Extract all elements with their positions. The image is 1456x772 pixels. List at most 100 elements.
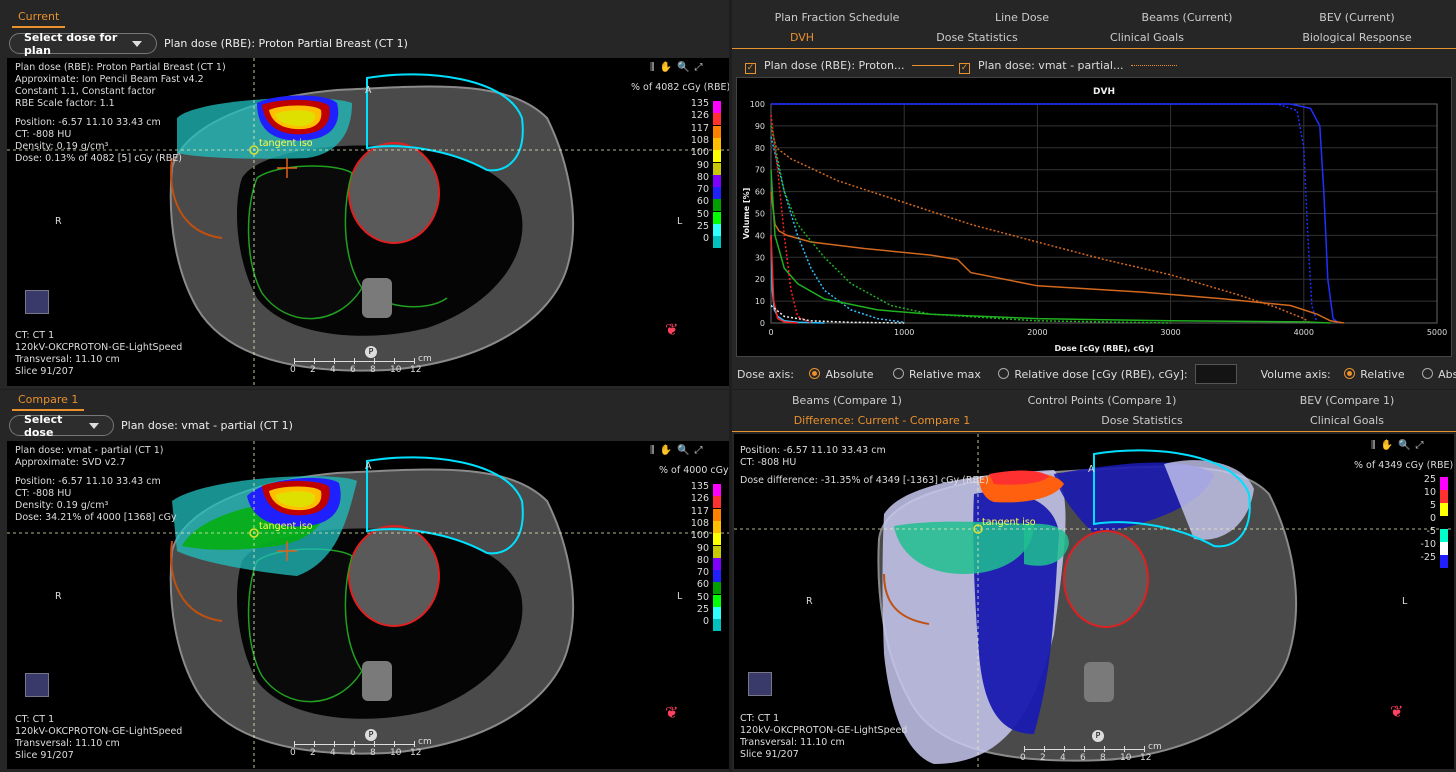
chart-tool-icon[interactable]: ⫼ xyxy=(650,445,660,456)
chart-title: DVH xyxy=(1093,87,1115,97)
ruler-label: 10 xyxy=(390,365,402,375)
ruler-tick xyxy=(294,741,295,747)
difference-panel: Beams (Compare 1) Control Points (Compar… xyxy=(732,390,1456,772)
tab-beams-compare[interactable]: Beams (Compare 1) xyxy=(782,394,912,407)
tab-line-dose[interactable]: Line Dose xyxy=(972,11,1072,24)
orient-p: P xyxy=(365,729,377,741)
orientation-cube-icon[interactable] xyxy=(25,673,49,697)
tab-compare-1[interactable]: Compare 1 xyxy=(12,391,85,411)
dose-axis-absolute-radio[interactable]: Absolute xyxy=(809,368,874,381)
radio-selected-icon[interactable] xyxy=(1344,368,1356,379)
hand-tool-icon[interactable]: ✋ xyxy=(660,62,677,73)
fit-icon[interactable]: ⤢ xyxy=(695,445,708,456)
hand-tool-icon[interactable]: ✋ xyxy=(1381,440,1398,451)
legend-label: 135 xyxy=(690,481,709,492)
dvh-chart-svg: 0 1000 2000 3000 4000 5000 0 10 20 30 40 50 60 70 80 90… xyxy=(742,87,1447,353)
volume-axis-relative-radio[interactable]: Relative xyxy=(1344,368,1405,381)
dose-axis-relative-max-radio[interactable]: Relative max xyxy=(893,368,981,381)
current-ruler: 0 2 4 6 8 10 12 cm xyxy=(290,354,432,383)
ruler-tick xyxy=(1064,746,1065,752)
radio-icon[interactable] xyxy=(1422,368,1434,379)
ruler-tick xyxy=(334,741,335,747)
y-tick-label: 0 xyxy=(760,319,765,328)
tab-control-points-compare[interactable]: Control Points (Compare 1) xyxy=(1012,394,1192,407)
orientation-cube-icon[interactable] xyxy=(25,290,49,314)
tab-biological-response[interactable]: Biological Response xyxy=(1282,31,1432,44)
dose-axis-label: Dose axis: xyxy=(737,368,794,381)
checkbox-icon[interactable]: ✓ xyxy=(959,63,970,74)
diff-info-line-0: Position: -6.57 11.10 33.43 cm xyxy=(740,445,886,456)
legend-label: 60 xyxy=(696,579,709,591)
ruler-label: 0 xyxy=(1020,753,1026,763)
tab-dvh[interactable]: DVH xyxy=(772,31,832,44)
relative-dose-input[interactable] xyxy=(1195,364,1238,384)
tab-clinical-goals[interactable]: Clinical Goals xyxy=(1092,31,1202,44)
legend-label: -5 xyxy=(1426,526,1436,537)
tab-beams-current[interactable]: Beams (Current) xyxy=(1122,11,1252,24)
fit-icon[interactable]: ⤢ xyxy=(695,62,708,73)
checkbox-icon[interactable]: ✓ xyxy=(745,63,756,74)
tab-current[interactable]: Current xyxy=(12,8,66,28)
volume-axis-absolute-radio[interactable]: Absolute xyxy=(1422,368,1456,381)
y-tick-label: 10 xyxy=(755,297,765,306)
radio-selected-icon[interactable] xyxy=(809,368,821,379)
absolute-label-2: Absolute xyxy=(1438,368,1456,381)
select-dose-for-plan-button[interactable]: Select dose for plan xyxy=(9,31,157,57)
diff-toolbar: ⫼✋🔍⤢ xyxy=(1371,440,1429,451)
chart-tool-icon[interactable]: ⫼ xyxy=(1371,440,1381,451)
dvh-legend-item-1[interactable]: ✓ Plan dose: vmat - partial... xyxy=(959,59,1177,74)
relative-dose-label: Relative dose [cGy (RBE), cGy]: xyxy=(1014,368,1188,381)
dose-axis-relative-dose-radio[interactable]: Relative dose [cGy (RBE), cGy]: xyxy=(998,368,1188,381)
ruler-tick xyxy=(334,358,335,364)
y-tick-label: 40 xyxy=(755,231,765,240)
legend-swatch xyxy=(1440,490,1448,503)
tab-clinical-goals-2[interactable]: Clinical Goals xyxy=(1297,414,1397,427)
current-ct-line-3: Slice 91/207 xyxy=(15,366,74,377)
y-tick-label: 100 xyxy=(750,100,765,109)
zoom-icon[interactable]: 🔍 xyxy=(677,62,694,73)
tangent-iso-label: tangent iso xyxy=(259,521,313,532)
x-tick-label: 1000 xyxy=(894,328,914,337)
tab-dose-statistics-2[interactable]: Dose Statistics xyxy=(1082,414,1202,427)
legend-swatch xyxy=(713,150,721,163)
current-info-line-3: RBE Scale factor: 1.1 xyxy=(15,98,115,109)
tab-plan-fraction-schedule[interactable]: Plan Fraction Schedule xyxy=(762,11,912,24)
orient-p: P xyxy=(365,346,377,358)
fit-icon[interactable]: ⤢ xyxy=(1416,440,1429,451)
legend-label: 108 xyxy=(690,517,709,529)
ruler-label: 8 xyxy=(370,365,376,375)
ruler-label: 8 xyxy=(370,748,376,758)
dvh-chart[interactable]: 0 1000 2000 3000 4000 5000 0 10 20 30 40 50 60 70 80 90… xyxy=(736,77,1452,357)
difference-ct-viewer[interactable]: tangent iso Position: -6.57 11.10 33.43 … xyxy=(734,434,1454,769)
hand-tool-icon[interactable]: ✋ xyxy=(660,445,677,456)
ruler-label: 8 xyxy=(1100,753,1106,763)
dvh-legend-item-0[interactable]: ✓ Plan dose (RBE): Proton... xyxy=(745,59,954,74)
compare-info-line-4: CT: -808 HU xyxy=(15,488,72,499)
legend-label: 10 xyxy=(1423,487,1436,498)
tab-dose-statistics[interactable]: Dose Statistics xyxy=(912,31,1042,44)
x-tick-label: 2000 xyxy=(1027,328,1047,337)
tab-bev-current[interactable]: BEV (Current) xyxy=(1297,11,1417,24)
orient-r: R xyxy=(55,591,62,602)
orient-r: R xyxy=(806,596,813,607)
chart-tool-icon[interactable]: ⫼ xyxy=(650,62,660,73)
diff-scale-title: % of 4349 cGy (RBE) xyxy=(1354,460,1454,471)
select-dose-button[interactable]: Select dose xyxy=(9,413,114,439)
radio-icon[interactable] xyxy=(998,368,1010,379)
tab-bev-compare[interactable]: BEV (Compare 1) xyxy=(1282,394,1412,407)
compare-ct-viewer[interactable]: tangent iso Plan dose: vmat - partial (C… xyxy=(7,441,729,769)
zoom-icon[interactable]: 🔍 xyxy=(1398,440,1415,451)
legend-swatch xyxy=(713,582,721,595)
orientation-cube-icon[interactable] xyxy=(748,672,772,696)
ruler-label: 4 xyxy=(1060,753,1066,763)
zoom-icon[interactable]: 🔍 xyxy=(677,445,694,456)
tab-difference[interactable]: Difference: Current - Compare 1 xyxy=(792,414,972,427)
legend-label: 100 xyxy=(690,147,709,159)
current-ct-viewer[interactable]: tangent iso Plan dose (RBE): Proton Part… xyxy=(7,58,729,386)
legend-label: 90 xyxy=(696,159,709,171)
radio-icon[interactable] xyxy=(893,368,905,379)
volume-axis-label: Volume axis: xyxy=(1260,368,1331,381)
current-dose-legend: 135 126 117 108 100 90 80 70 60 50 25 0 xyxy=(691,98,721,249)
x-tick-label: 4000 xyxy=(1294,328,1314,337)
ruler-label: 6 xyxy=(350,365,356,375)
